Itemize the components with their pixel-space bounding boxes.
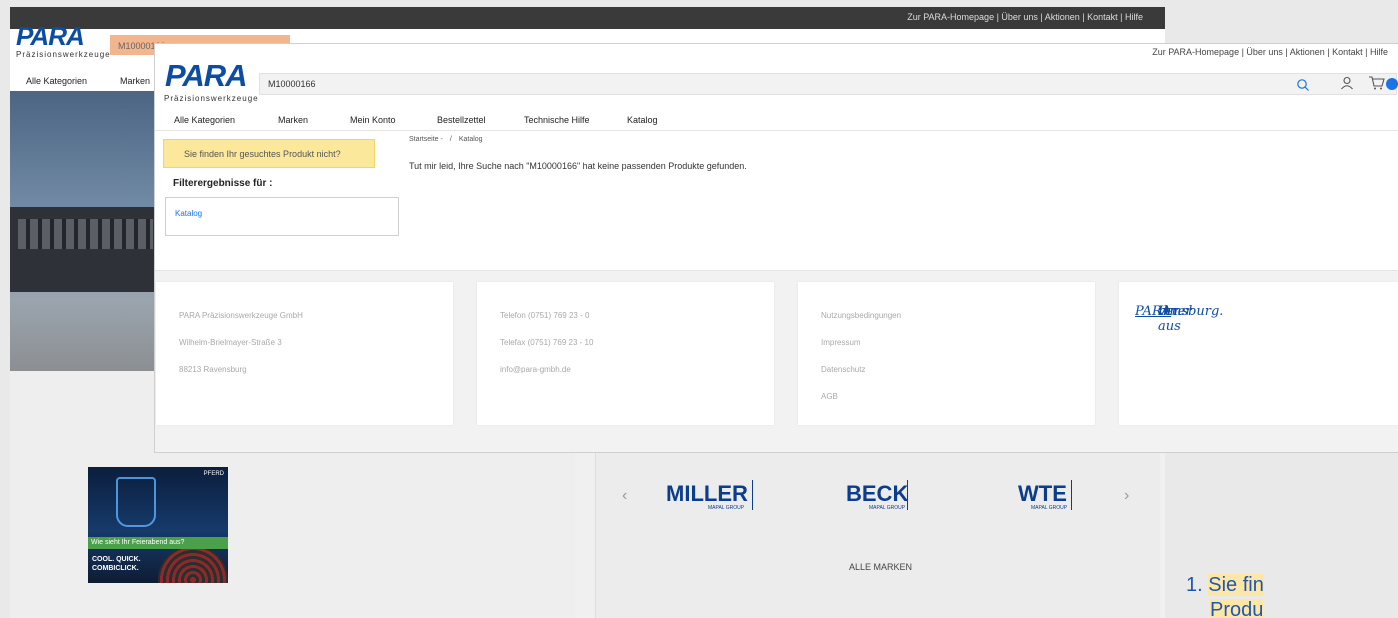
cart-icon[interactable] xyxy=(1368,76,1386,90)
glass-graphic xyxy=(116,477,156,527)
brand-logo-wte[interactable]: WTE xyxy=(1018,481,1067,507)
nav-item-alle-kategorien[interactable]: Alle Kategorien xyxy=(174,115,235,125)
logo-subtitle: Präzisionswerkzeuge xyxy=(16,50,111,59)
ad-headline: COOL. QUICK. COMBICLICK. xyxy=(92,556,141,572)
nav-divider xyxy=(155,130,1398,131)
nav-item-mein-konto[interactable]: Mein Konto xyxy=(350,115,396,125)
nav-item-bestellzettel[interactable]: Bestellzettel xyxy=(437,115,486,125)
footer: PARA Präzisionswerkzeuge GmbH Wilhelm-Br… xyxy=(155,270,1398,452)
footer-legal-card: Nutzungsbedingungen Impressum Datenschut… xyxy=(798,282,1095,425)
brand-divider xyxy=(1071,480,1072,510)
nav-item-katalog[interactable]: Katalog xyxy=(627,115,658,125)
brand-group: MAPAL GROUP xyxy=(869,505,906,511)
brand-divider xyxy=(907,480,908,510)
footer-company-card: PARA Präzisionswerkzeuge GmbH Wilhelm-Br… xyxy=(156,282,453,425)
no-results-message: Tut mir leid, Ihre Suche nach "M10000166… xyxy=(409,161,747,171)
carousel-next-button[interactable]: › xyxy=(1124,487,1129,505)
logo-subtitle: Präzisionswerkzeuge xyxy=(164,94,259,103)
filter-box: Katalog xyxy=(165,197,399,236)
terms-link[interactable]: Nutzungsbedingungen xyxy=(821,311,901,320)
nav-item-technische-hilfe[interactable]: Technische Hilfe xyxy=(524,115,590,125)
brand-group: MAPAL GROUP xyxy=(708,505,745,511)
privacy-link[interactable]: Datenschutz xyxy=(821,365,865,374)
agb-link[interactable]: AGB xyxy=(821,392,838,401)
main-nav: Alle Kategorien Marken Mein Konto Bestel… xyxy=(155,112,1398,130)
phone: Telefon (0751) 769 23 - 0 xyxy=(500,311,590,320)
ad-tagline: Wie sieht Ihr Feierabend aus? xyxy=(88,537,228,549)
nav-item-alle-kategorien[interactable]: Alle Kategorien xyxy=(26,76,87,86)
breadcrumb: Startseite - / Katalog xyxy=(409,136,483,143)
product-not-found-button[interactable]: Sie finden Ihr gesuchtes Produkt nicht? xyxy=(163,139,375,168)
top-bar: Zur PARA-Homepage | Über uns | Aktionen … xyxy=(10,7,1165,29)
nav-item-marken[interactable]: Marken xyxy=(120,76,150,86)
nav-item-marken[interactable]: Marken xyxy=(278,115,308,125)
user-icon[interactable] xyxy=(1340,76,1354,90)
filter-item-katalog[interactable]: Katalog xyxy=(175,209,202,218)
brand-divider xyxy=(752,480,753,510)
company-name: PARA Präzisionswerkzeuge GmbH xyxy=(179,311,303,320)
email-link[interactable]: info@para-gmbh.de xyxy=(500,365,571,374)
cart-badge xyxy=(1386,78,1398,90)
para-logo[interactable]: PARA xyxy=(165,58,248,94)
search-input[interactable]: M10000166 xyxy=(268,79,316,89)
note-line-2: Produ xyxy=(1210,599,1264,618)
breadcrumb-separator: / xyxy=(449,136,452,143)
filter-title: Filterergebnisse für : xyxy=(173,178,273,189)
top-links[interactable]: Zur PARA-Homepage | Über uns | Aktionen … xyxy=(1152,47,1388,57)
search-icon[interactable] xyxy=(1296,78,1310,92)
fax: Telefax (0751) 769 23 - 10 xyxy=(500,338,594,347)
ad-banner[interactable]: PFERD Wie sieht Ihr Feierabend aus? COOL… xyxy=(88,467,228,583)
company-street: Wilhelm-Brielmayer-Straße 3 xyxy=(179,338,282,347)
para-logo[interactable]: PARA xyxy=(16,21,85,52)
imprint-link[interactable]: Impressum xyxy=(821,338,861,347)
top-links[interactable]: Zur PARA-Homepage | Über uns | Aktionen … xyxy=(907,12,1143,22)
foreground-browser-window: Zur PARA-Homepage | Über uns | Aktionen … xyxy=(155,44,1398,452)
footer-slogan-card: Ihr PA rtner aus RA vensburg. xyxy=(1119,282,1398,425)
footer-contact-card: Telefon (0751) 769 23 - 0 Telefax (0751)… xyxy=(477,282,774,425)
company-city: 88213 Ravensburg xyxy=(179,365,247,374)
breadcrumb-katalog[interactable]: Katalog xyxy=(459,136,483,143)
note-number: 1. xyxy=(1186,574,1209,596)
brand-logo-miller[interactable]: MILLER xyxy=(666,481,748,507)
grinding-disc-graphic xyxy=(158,545,228,583)
slide-annotation: 1. Sie fin Produ xyxy=(1186,573,1264,618)
carousel-prev-button[interactable]: ‹ xyxy=(622,487,627,505)
all-brands-link[interactable]: ALLE MARKEN xyxy=(849,562,912,572)
note-line-1: Sie fin xyxy=(1208,574,1264,596)
ad-brand: PFERD xyxy=(203,471,224,477)
brand-group: MAPAL GROUP xyxy=(1031,505,1068,511)
search-bar[interactable]: M10000166 xyxy=(259,73,1397,95)
slogan: Ihr PA rtner aus RA vensburg. xyxy=(1135,304,1224,334)
brand-logo-beck[interactable]: BECK xyxy=(846,481,908,507)
breadcrumb-home[interactable]: Startseite - xyxy=(409,136,443,143)
building-windows xyxy=(18,219,153,249)
